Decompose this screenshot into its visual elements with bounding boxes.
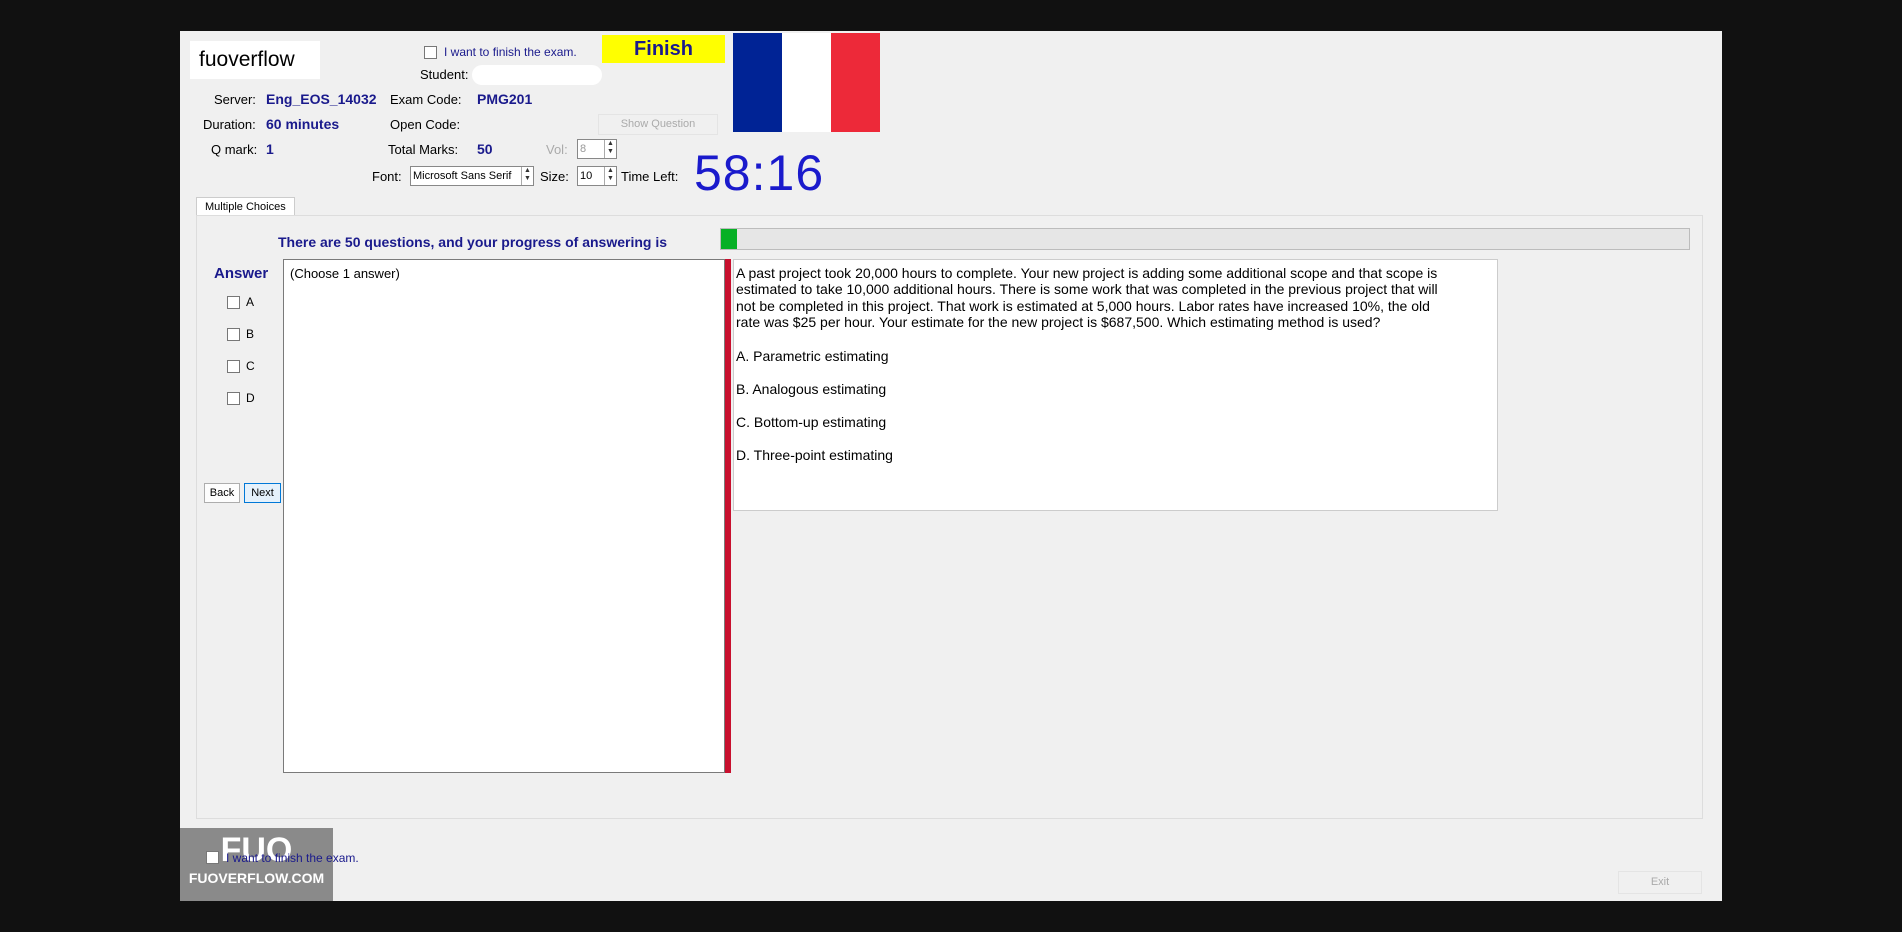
watermark-logo-small: FUOVERFLOW.COM — [188, 870, 325, 886]
total-marks-label: Total Marks: — [388, 142, 459, 157]
france-flag-icon — [733, 33, 880, 132]
size-label: Size: — [540, 169, 569, 184]
vol-label: Vol: — [546, 142, 568, 157]
time-left-value: 58:16 — [694, 145, 825, 201]
answer-checkbox-b[interactable] — [227, 328, 240, 341]
qmark-value: 1 — [266, 141, 274, 157]
server-label: Server: — [214, 92, 256, 107]
question-option-b: B. Analogous estimating — [736, 380, 887, 397]
size-spin-icon[interactable]: ▲ ▼ — [604, 167, 616, 185]
vol-spin-icon[interactable]: ▲ ▼ — [604, 140, 616, 158]
back-button[interactable]: Back — [204, 483, 240, 503]
answer-label-b: B — [246, 327, 255, 341]
qmark-label: Q mark: — [211, 142, 258, 157]
flag-stripe-white — [782, 33, 831, 132]
font-label: Font: — [372, 169, 402, 184]
font-spin-icon[interactable]: ▲ ▼ — [521, 167, 533, 185]
progress-text: There are 50 questions, and your progres… — [278, 234, 667, 250]
time-left-label: Time Left: — [621, 169, 679, 184]
vol-stepper[interactable]: 8 ▲ ▼ — [577, 139, 617, 159]
progress-fill — [721, 229, 738, 249]
duration-label: Duration: — [203, 117, 256, 132]
duration-value: 60 minutes — [266, 116, 340, 132]
size-stepper[interactable]: 10 ▲ ▼ — [577, 166, 617, 186]
font-value: Microsoft Sans Serif — [413, 170, 512, 182]
font-select[interactable]: Microsoft Sans Serif ▲ ▼ — [410, 166, 534, 186]
progress-bar — [720, 228, 1690, 250]
size-value: 10 — [580, 170, 593, 182]
choose-answer-box: (Choose 1 answer) — [283, 259, 725, 773]
flag-stripe-red — [831, 33, 880, 132]
answer-title: Answer — [214, 265, 269, 282]
question-option-d: D. Three-point estimating — [736, 446, 893, 463]
answer-checkbox-d[interactable] — [227, 392, 240, 405]
bottom-finish-checkbox[interactable] — [206, 851, 219, 864]
student-label: Student: — [420, 67, 469, 82]
question-option-a: A. Parametric estimating — [736, 347, 889, 364]
student-value — [472, 65, 602, 85]
exam-code-value: PMG201 — [477, 91, 533, 107]
finish-exam-label: I want to finish the exam. — [444, 45, 577, 59]
answer-label-d: D — [246, 391, 255, 405]
answer-label-c: C — [246, 359, 255, 373]
exam-window: fuoverflow I want to finish the exam. Fi… — [180, 31, 1722, 901]
answer-checkbox-a[interactable] — [227, 296, 240, 309]
question-box: A past project took 20,000 hours to comp… — [733, 259, 1498, 511]
next-button[interactable]: Next — [244, 483, 281, 503]
question-text: A past project took 20,000 hours to comp… — [736, 265, 1438, 331]
question-option-c: C. Bottom-up estimating — [736, 413, 887, 430]
open-code-label: Open Code: — [390, 117, 461, 132]
answer-label-a: A — [246, 295, 255, 309]
vol-value: 8 — [580, 143, 587, 155]
exit-button[interactable]: Exit — [1618, 871, 1702, 894]
show-question-button[interactable]: Show Question — [598, 114, 718, 135]
panel-splitter[interactable] — [725, 259, 731, 773]
bottom-finish-label: I want to finish the exam. — [226, 851, 359, 865]
flag-stripe-blue — [733, 33, 782, 132]
exam-code-label: Exam Code: — [390, 92, 462, 107]
total-marks-value: 50 — [477, 141, 493, 157]
app-logo: fuoverflow — [190, 41, 320, 79]
finish-button[interactable]: Finish — [602, 35, 725, 63]
answer-checkbox-c[interactable] — [227, 360, 240, 373]
server-value: Eng_EOS_14032 — [266, 91, 377, 107]
choose-answer-text: (Choose 1 answer) — [290, 266, 400, 281]
tab-multiple-choices[interactable]: Multiple Choices — [196, 197, 295, 217]
finish-exam-checkbox[interactable] — [424, 46, 437, 59]
